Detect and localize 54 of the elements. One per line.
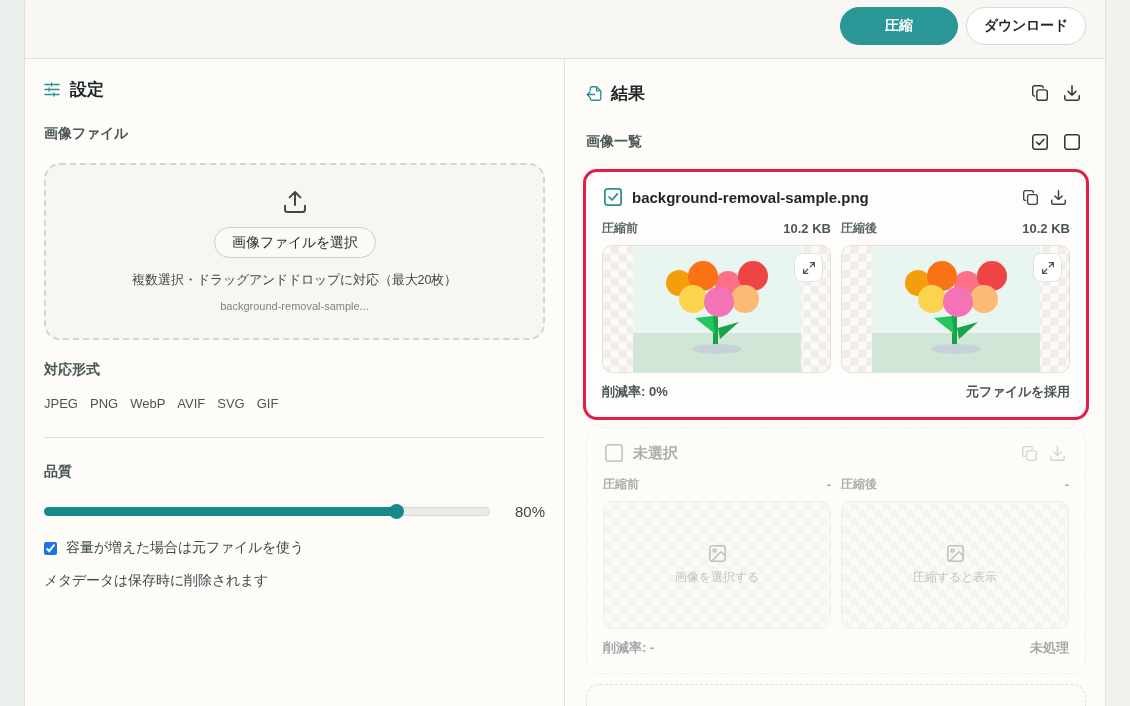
format-label: JPEG [44, 395, 78, 413]
format-label: AVIF [177, 395, 206, 413]
size-value: 10.2 KB [1022, 220, 1070, 236]
checkbox[interactable] [604, 188, 622, 206]
compress-button[interactable]: 圧縮 [840, 7, 958, 45]
check-square-icon[interactable] [1032, 134, 1048, 150]
checkbox-label: 容量が増えた場合は元ファイルを使う [66, 539, 304, 557]
download-button[interactable]: ダウンロード [966, 7, 1086, 45]
expand-icon [1041, 261, 1054, 274]
format-label: PNG [89, 395, 119, 413]
section-title: 設定 [70, 78, 104, 101]
status-text: 未処理 [1030, 639, 1069, 657]
copy-icon[interactable] [1032, 85, 1048, 101]
slider-value: 80% [514, 502, 545, 520]
slider-thumb[interactable] [388, 503, 404, 519]
size-value: 10.2 KB [783, 220, 831, 236]
section-title: 結果 [611, 82, 645, 105]
size-label: 圧縮後 [841, 475, 877, 493]
expand-icon [802, 261, 815, 274]
size-label: 圧縮前 [602, 219, 638, 237]
field-label: 対応形式 [44, 360, 101, 379]
download-icon[interactable] [1051, 189, 1066, 205]
format-label: SVG [217, 395, 245, 413]
download-icon[interactable] [1064, 85, 1080, 101]
list-label: 画像一覧 [586, 133, 642, 151]
image-icon [708, 544, 726, 562]
card-title: background-removal-sample.png [632, 188, 869, 206]
size-label: 圧縮前 [603, 475, 639, 493]
expand-button[interactable] [1033, 253, 1062, 282]
copy-icon[interactable] [1023, 189, 1038, 205]
card-title: 未選択 [633, 443, 678, 463]
file-icon [586, 85, 602, 101]
checkbox[interactable] [44, 541, 57, 555]
size-value: - [826, 476, 831, 492]
format-label: WebP [130, 395, 166, 413]
quality-slider[interactable] [44, 503, 490, 519]
image-icon [946, 544, 964, 562]
status-text: 元ファイルを採用 [966, 383, 1070, 401]
reduction-text: 削減率: - [603, 639, 655, 657]
reduction-text: 削減率: 0% [602, 383, 668, 401]
file-name: background-removal-sample... [220, 299, 369, 314]
format-label: GIF [256, 395, 279, 413]
drop-zone[interactable]: 画像ファイルを選択 複数選択・ドラッグアンドドロップに対応（最大20枚） background-removal-sample... [44, 163, 545, 340]
field-label: 品質 [44, 462, 73, 481]
sliders-icon [44, 81, 60, 97]
size-value: - [1064, 476, 1069, 492]
note-text: メタデータは保存時に削除されます [44, 571, 269, 590]
square-icon[interactable] [1064, 134, 1080, 150]
upload-icon [283, 191, 306, 213]
field-label: 画像ファイル [44, 124, 129, 143]
size-label: 圧縮後 [841, 219, 877, 237]
select-files-button[interactable]: 画像ファイルを選択 [213, 227, 376, 258]
drop-hint: 複数選択・ドラッグアンドドロップに対応（最大20枚） [131, 272, 458, 289]
expand-button[interactable] [794, 253, 823, 282]
